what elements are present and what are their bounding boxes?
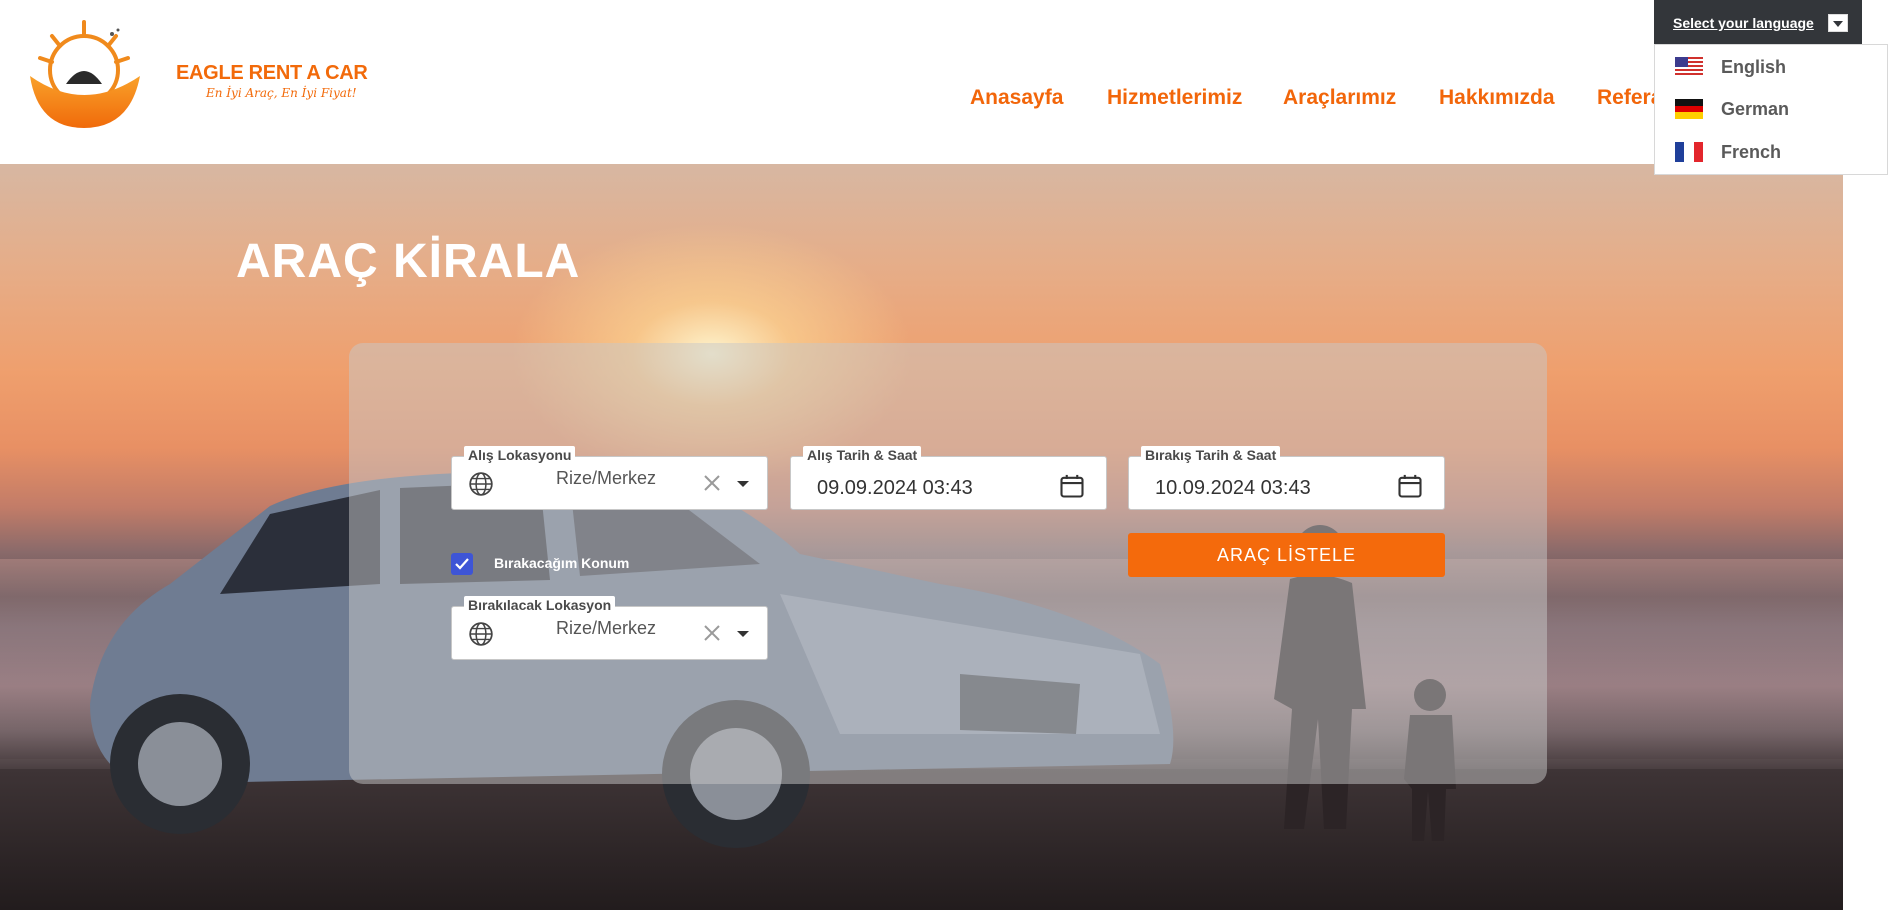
language-select-button[interactable]: Select your language xyxy=(1654,0,1862,44)
return-location-value: Rize/Merkez xyxy=(556,618,657,638)
clear-icon[interactable] xyxy=(701,622,723,649)
eagle-logo[interactable] xyxy=(26,18,146,130)
language-option-label: French xyxy=(1721,142,1782,162)
page: EAGLE RENT A CAR En İyi Araç, En İyi Fiy… xyxy=(0,0,1888,910)
us-flag-icon xyxy=(1675,57,1703,77)
nav-anasayfa[interactable]: Anasayfa xyxy=(970,86,1063,110)
nav-araclarimiz[interactable]: Araçlarımız xyxy=(1283,86,1396,110)
pickup-datetime-field[interactable]: Alış Tarih & Saat 09.09.2024 03:43 xyxy=(790,446,1107,510)
language-menu: English German French xyxy=(1654,44,1888,175)
language-option-label: English xyxy=(1721,57,1787,77)
calendar-icon[interactable] xyxy=(1396,472,1424,505)
clear-icon[interactable] xyxy=(701,472,723,499)
site-header: EAGLE RENT A CAR En İyi Araç, En İyi Fiy… xyxy=(0,0,1888,164)
fr-flag-icon xyxy=(1675,142,1703,162)
de-flag-icon xyxy=(1675,99,1703,119)
brand-tagline: En İyi Araç, En İyi Fiyat! xyxy=(206,86,357,100)
language-option-french[interactable]: French xyxy=(1655,134,1888,174)
different-return-label[interactable]: Bırakacağım Konum xyxy=(494,555,629,571)
language-option-english[interactable]: English xyxy=(1655,49,1888,89)
globe-icon xyxy=(468,471,494,502)
different-return-checkbox[interactable] xyxy=(451,553,473,575)
pickup-location-select[interactable]: Alış Lokasyonu Rize/Merkez xyxy=(451,446,768,510)
pickup-location-value: Rize/Merkez xyxy=(556,468,657,488)
chevron-down-icon xyxy=(1828,14,1848,32)
pickup-datetime-label: Alış Tarih & Saat xyxy=(803,446,922,464)
globe-icon xyxy=(468,621,494,652)
language-option-german[interactable]: German xyxy=(1655,91,1888,131)
return-location-label: Bırakılacak Lokasyon xyxy=(464,596,616,614)
chevron-down-icon[interactable] xyxy=(737,631,749,637)
list-cars-button[interactable]: ARAÇ LİSTELE xyxy=(1128,533,1445,577)
pickup-location-label: Alış Lokasyonu xyxy=(464,446,576,464)
return-location-select[interactable]: Bırakılacak Lokasyon Rize/Merkez xyxy=(451,596,768,660)
chevron-down-icon[interactable] xyxy=(737,481,749,487)
language-select-label: Select your language xyxy=(1673,15,1814,31)
return-datetime-value: 10.09.2024 03:43 xyxy=(1155,477,1311,499)
return-datetime-field[interactable]: Bırakış Tarih & Saat 10.09.2024 03:43 xyxy=(1128,446,1445,510)
calendar-icon[interactable] xyxy=(1058,472,1086,505)
pickup-datetime-value: 09.09.2024 03:43 xyxy=(817,477,973,499)
hero-title: ARAÇ KİRALA xyxy=(236,235,581,288)
nav-hakkimizda[interactable]: Hakkımızda xyxy=(1439,86,1555,110)
check-icon xyxy=(455,558,469,570)
brand-name: EAGLE RENT A CAR xyxy=(176,62,368,84)
return-datetime-label: Bırakış Tarih & Saat xyxy=(1141,446,1281,464)
language-option-label: German xyxy=(1721,99,1790,119)
nav-hizmetlerimiz[interactable]: Hizmetlerimiz xyxy=(1107,86,1242,110)
